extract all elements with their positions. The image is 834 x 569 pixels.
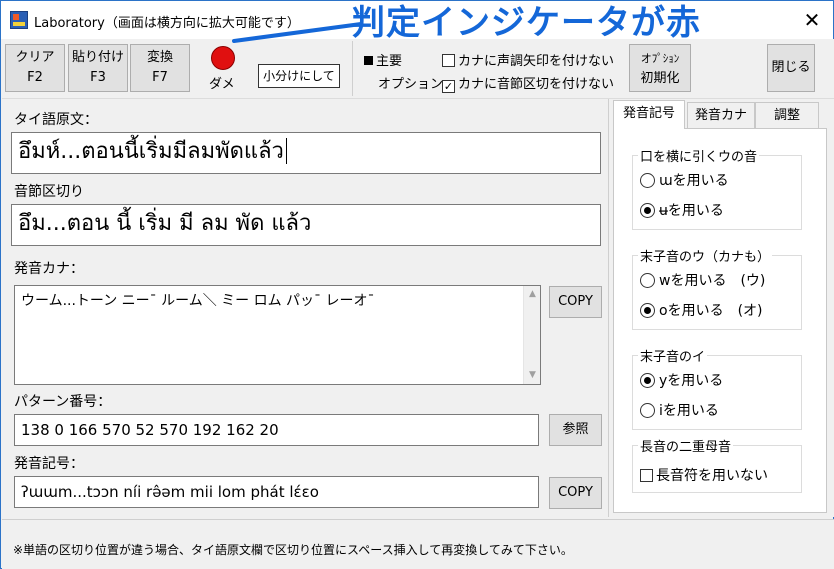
clear-button[interactable]: クリア F2 bbox=[5, 44, 65, 92]
thai-source-input[interactable]: อึมห์...ตอนนี้เริ่มมีลมพัดแล้ว bbox=[11, 132, 601, 174]
radio-on-icon bbox=[640, 203, 655, 218]
close-button[interactable]: 閉じる bbox=[767, 44, 815, 92]
pattern-field[interactable]: 138 0 166 570 52 570 192 162 20 bbox=[14, 414, 539, 446]
pattern-label: パターン番号： bbox=[14, 394, 112, 410]
checkbox-checked-icon: ✓ bbox=[442, 80, 455, 93]
phonetic-label: 発音記号： bbox=[14, 456, 84, 472]
group-final-i: 末子音のイ yを用いる iを用いる bbox=[632, 346, 802, 430]
clear-button-label: クリア bbox=[15, 50, 55, 65]
close-icon[interactable]: ✕ bbox=[797, 7, 827, 33]
tab-kana[interactable]: 発音カナ bbox=[687, 102, 755, 128]
kana-label: 発音カナ： bbox=[14, 261, 84, 277]
checkbox-unchecked-icon bbox=[442, 54, 455, 67]
footer-note: ※単語の区切り位置が違う場合、タイ語原文欄で区切り位置にスペース挿入して再変換し… bbox=[13, 543, 573, 557]
radio-final-u-option2[interactable]: oを用いる (オ) bbox=[640, 300, 763, 320]
scroll-down-icon[interactable]: ▼ bbox=[524, 367, 541, 384]
paste-button-label: 貼り付け bbox=[71, 50, 124, 65]
annotation-arrow bbox=[232, 22, 363, 43]
syllable-field[interactable]: อึม...ตอน นี้ เริ่ม มี ลม พัด แล้ว bbox=[11, 204, 601, 246]
indicator-status: ダメ bbox=[209, 77, 235, 92]
convert-button-label: 変換 bbox=[146, 50, 173, 65]
option-init-top: オﾌﾟｼｮﾝ bbox=[640, 52, 680, 65]
no-tone-arrow-checkbox[interactable]: カナに声調矢印を付けない bbox=[442, 50, 614, 69]
no-long-mark-checkbox[interactable]: 長音符を用いない bbox=[640, 465, 768, 485]
judgment-indicator bbox=[211, 46, 235, 70]
radio-off-icon bbox=[640, 403, 655, 418]
group-u-sound-title: 口を横に引くウの音 bbox=[638, 146, 760, 165]
radio-final-i-option2[interactable]: iを用いる bbox=[640, 400, 719, 420]
option-init-button[interactable]: オﾌﾟｼｮﾝ 初期化 bbox=[629, 44, 691, 92]
app-icon bbox=[10, 11, 28, 29]
toolbar-separator bbox=[352, 41, 353, 96]
convert-button[interactable]: 変換 F7 bbox=[130, 44, 190, 92]
group-final-u-title: 末子音のウ（カナも） bbox=[638, 246, 773, 265]
group-long-diphthong-title: 長音の二重母音 bbox=[638, 436, 734, 455]
main-panel: タイ語原文： อึมห์...ตอนนี้เริ่มมีลมพัดแล้ว 音節… bbox=[2, 99, 609, 517]
clear-button-key: F2 bbox=[27, 70, 43, 85]
group-final-u: 末子音のウ（カナも） wを用いる (ウ) oを用いる (オ) bbox=[632, 246, 802, 330]
radio-final-i-option1[interactable]: yを用いる bbox=[640, 370, 723, 390]
kana-textarea[interactable]: ウーム...トーン ニーˉ ルーム＼ ミー ロム パッˉ レーオˉ ▲ ▼ bbox=[14, 285, 541, 385]
radio-on-icon bbox=[640, 373, 655, 388]
paste-button[interactable]: 貼り付け F3 bbox=[68, 44, 128, 92]
phonetic-copy-button[interactable]: COPY bbox=[549, 477, 602, 509]
no-syllable-break-checkbox[interactable]: ✓ カナに音節区切を付けない bbox=[442, 73, 614, 93]
radio-off-icon bbox=[640, 173, 655, 188]
syllable-label: 音節区切り bbox=[14, 184, 84, 200]
kana-copy-button[interactable]: COPY bbox=[549, 286, 602, 318]
settings-panel: 発音記号 発音カナ 調整 口を横に引くウの音 ɯを用いる ʉを用いる 末子音のウ… bbox=[610, 99, 834, 517]
scroll-up-icon[interactable]: ▲ bbox=[524, 286, 541, 303]
toolbar: クリア F2 貼り付け F3 変換 F7 ダメ 小分けにして 主要 オプション … bbox=[2, 39, 834, 99]
main-options-label: 主要 bbox=[364, 50, 402, 69]
app-window: Laboratory（画面は横方向に拡大可能です） ✕ クリア F2 貼り付け … bbox=[0, 0, 834, 569]
pattern-reference-button[interactable]: 参照 bbox=[549, 414, 602, 446]
paste-button-key: F3 bbox=[90, 70, 106, 85]
text-caret bbox=[285, 138, 287, 164]
option-init-bottom: 初期化 bbox=[640, 71, 680, 86]
radio-u-option1[interactable]: ɯを用いる bbox=[640, 170, 729, 190]
annotation-label: 判定インジケータが赤 bbox=[351, 3, 701, 43]
subdivide-button[interactable]: 小分けにして bbox=[258, 64, 340, 88]
phonetic-field[interactable]: ʔɯɯm...tɔɔn níi rə̂əm mii lom phát lɛ́ɛo bbox=[14, 476, 539, 508]
radio-on-icon bbox=[640, 303, 655, 318]
radio-off-icon bbox=[640, 273, 655, 288]
tab-adjust[interactable]: 調整 bbox=[755, 102, 819, 128]
checkbox-unchecked-icon bbox=[640, 469, 653, 482]
convert-button-key: F7 bbox=[152, 70, 168, 85]
group-long-diphthong: 長音の二重母音 長音符を用いない bbox=[632, 436, 802, 493]
thai-source-label: タイ語原文： bbox=[14, 112, 98, 128]
status-footer: ※単語の区切り位置が違う場合、タイ語原文欄で区切り位置にスペース挿入して再変換し… bbox=[2, 519, 834, 569]
tab-phonetic[interactable]: 発音記号 bbox=[613, 100, 685, 129]
radio-final-u-option1[interactable]: wを用いる (ウ) bbox=[640, 270, 765, 290]
options-label: オプション bbox=[378, 77, 444, 92]
kana-scrollbar[interactable]: ▲ ▼ bbox=[523, 286, 540, 384]
radio-u-option2[interactable]: ʉを用いる bbox=[640, 200, 724, 220]
square-bullet-icon bbox=[364, 56, 373, 65]
group-final-i-title: 末子音のイ bbox=[638, 346, 708, 365]
phonetic-tab-panel: 口を横に引くウの音 ɯを用いる ʉを用いる 末子音のウ（カナも） wを用いる (… bbox=[613, 128, 827, 513]
group-u-sound: 口を横に引くウの音 ɯを用いる ʉを用いる bbox=[632, 146, 802, 230]
